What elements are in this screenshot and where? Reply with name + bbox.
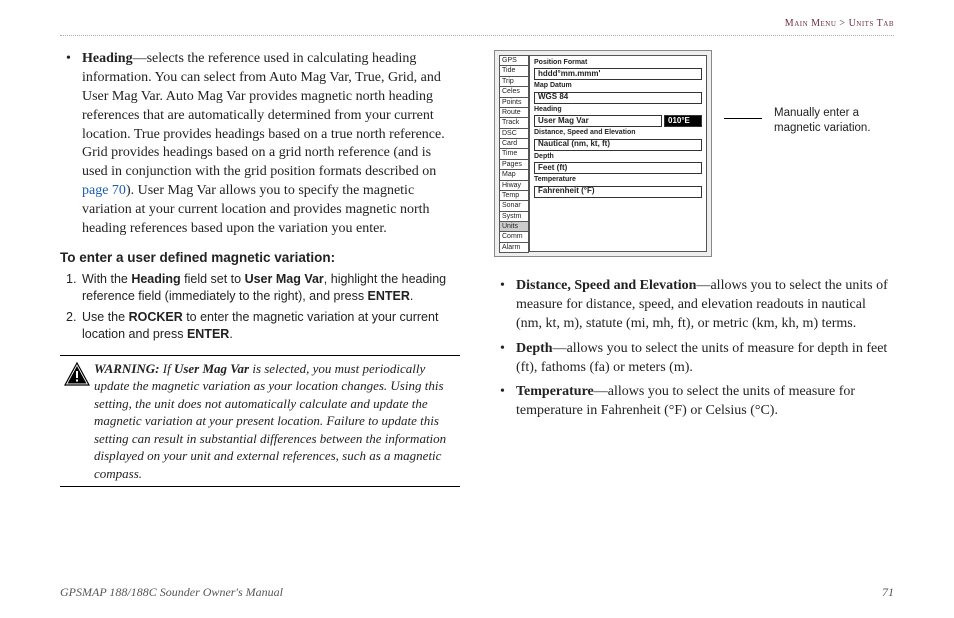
callout-line [724,118,762,119]
warning-box: WARNING: If User Mag Var is selected, yo… [60,355,460,488]
depth-label: Depth [516,341,553,356]
heading-body-2: ). User Mag Var allows you to specify th… [82,183,430,236]
left-column: • Heading—selects the reference used in … [60,50,460,487]
breadcrumb-tab: Units Tab [849,18,894,29]
field-heading-variation: 010°E [664,115,702,127]
steps-title: To enter a user defined magnetic variati… [60,249,460,267]
breadcrumb-main: Main Menu [785,18,837,29]
heading-bullet: • Heading—selects the reference used in … [60,50,460,239]
field-heading: User Mag Var [534,115,662,127]
step-2: 2. Use the ROCKER to enter the magnetic … [60,309,460,343]
header-separator [60,35,894,36]
heading-label: Heading [82,51,133,66]
screenshot-fields: Position Format hddd°mm.mmm' Map Datum W… [529,55,707,252]
right-column: GPS Tide Trip Celes Points Route Track D… [494,50,894,487]
callout-text: Manually enter a magnetic variation. [774,106,894,136]
page-70-link[interactable]: page 70 [82,183,126,198]
warning-label: WARNING: [94,361,160,376]
screenshot-tabs: GPS Tide Trip Celes Points Route Track D… [499,55,529,252]
page-number: 71 [882,585,894,600]
step-1: 1. With the Heading field set to User Ma… [60,271,460,305]
warning-text: is selected, you must periodically updat… [94,361,446,481]
heading-body-1: selects the reference used in calculatin… [82,51,445,179]
field-depth: Feet (ft) [534,162,702,174]
field-temperature: Fahrenheit (°F) [534,186,702,198]
bullet-dot: • [60,50,82,239]
field-position-format: hddd°mm.mmm' [534,68,702,80]
breadcrumb: Main Menu > Units Tab [60,0,894,35]
temperature-label: Temperature [516,384,594,399]
depth-body: allows you to select the units of measur… [516,341,887,375]
distance-label: Distance, Speed and Elevation [516,278,696,293]
tab-alarm: Alarm [499,242,529,253]
depth-bullet: • Depth—allows you to select the units o… [494,340,894,378]
footer-title: GPSMAP 188/188C Sounder Owner's Manual [60,585,283,600]
footer: GPSMAP 188/188C Sounder Owner's Manual 7… [60,585,894,600]
distance-bullet: • Distance, Speed and Elevation—allows y… [494,277,894,334]
field-distance: Nautical (nm, kt, ft) [534,139,702,151]
field-map-datum: WGS 84 [534,92,702,104]
device-screenshot: GPS Tide Trip Celes Points Route Track D… [494,50,712,257]
warning-icon [60,360,94,483]
temperature-bullet: • Temperature—allows you to select the u… [494,383,894,421]
